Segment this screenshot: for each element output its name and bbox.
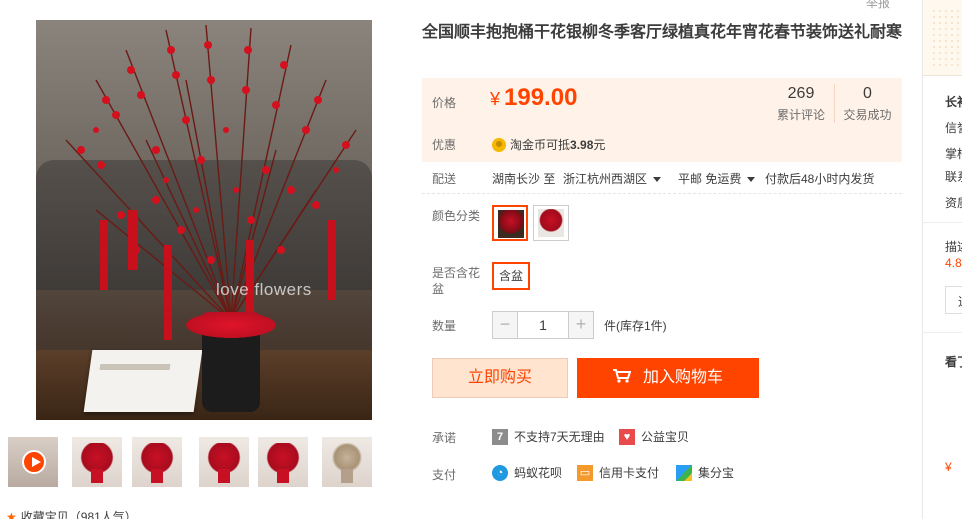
huabei-icon: ◔ (492, 464, 508, 481)
promo-unit: 元 (593, 138, 606, 152)
color-label: 颜色分类 (432, 209, 481, 223)
promo-label: 优惠 (432, 138, 457, 152)
promo-row: 优惠 淘金币可抵3.98元 (422, 124, 902, 162)
jifenbao-payment[interactable]: 集分宝 (676, 464, 734, 482)
pot-label: 是否含花盆 (432, 266, 481, 296)
promo-text: 淘金币可抵3.98元 (492, 136, 605, 153)
ship-promise: 付款后48小时内发货 (765, 172, 875, 186)
ship-from: 湖南长沙 至 (492, 172, 556, 186)
image-ribbon (186, 312, 276, 338)
credit-card-text: 信用卡支付 (599, 466, 660, 480)
favorite-text: 收藏宝贝（981人气） (20, 510, 137, 519)
star-icon: ★ (6, 510, 17, 519)
color-option[interactable] (533, 205, 569, 241)
credit-card-payment[interactable]: ▭ 信用卡支付 (577, 464, 659, 482)
currency-symbol: ¥ (490, 89, 501, 109)
sidebar-contact[interactable]: 联系 (945, 168, 962, 185)
price-amount: 199.00 (504, 84, 578, 111)
stock-text: 件(库存1件) (604, 319, 667, 333)
buy-now-button[interactable]: 立即购买 (432, 358, 568, 398)
ship-method: 平邮 免运费 (678, 172, 742, 186)
color-option-selected[interactable] (492, 205, 528, 241)
thumbnail-strip (4, 437, 376, 491)
enter-shop-button[interactable]: 进 (945, 286, 962, 314)
no-return-text: 不支持7天无理由 (514, 430, 605, 444)
no-return-service[interactable]: 7 不支持7天无理由 (492, 428, 605, 446)
product-title: 全国顺丰抱抱桶干花银柳冬季客厅绿植真花年宵花春节装饰送礼耐寒 (422, 24, 903, 41)
promise-label: 承诺 (432, 431, 457, 445)
sidebar-divider (923, 332, 962, 333)
product-page: love flowers ★ 收藏宝贝（981人气） 举报 全国顺丰抱抱桶干花银柳… (0, 0, 962, 519)
main-product-image[interactable]: love flowers (36, 20, 372, 420)
ship-to: 浙江杭州西湖区 (563, 172, 648, 186)
shipping-row: 配送 湖南长沙 至 浙江杭州西湖区 平邮 免运费 付款后48小时内发货 (422, 162, 902, 194)
ship-to-select[interactable]: 浙江杭州西湖区 (563, 170, 662, 187)
thumbnail-video[interactable] (8, 437, 58, 487)
thumbnail-image[interactable] (322, 437, 372, 487)
price-label: 价格 (432, 96, 457, 110)
image-watermark: love flowers (216, 280, 312, 299)
thumbnail-image[interactable] (72, 437, 122, 487)
taojinbi-coin-icon (492, 137, 506, 152)
huabei-text: 蚂蚁花呗 (514, 466, 563, 480)
heart-icon: ♥ (619, 428, 635, 445)
thumbnail-image[interactable] (258, 437, 308, 487)
thumbnail-image[interactable] (132, 437, 182, 487)
sidebar-section-title: 看了 (945, 355, 962, 369)
quantity-input[interactable]: 1 (518, 311, 568, 339)
sales-label: 交易成功 (843, 108, 892, 122)
price-row: 价格 ¥199.00 269 累计评论 0 交易成功 (422, 78, 902, 124)
sidebar-keeper: 掌柜 (945, 147, 962, 161)
sidebar-qualification[interactable]: 资质 (945, 194, 962, 211)
sidebar-divider (923, 222, 962, 223)
image-magazine (83, 350, 203, 412)
quantity-label: 数量 (432, 319, 457, 333)
shop-sidebar: 长衫 信誉 掌柜 联系 资质 描述 4.8 进 看了 ¥ (922, 0, 962, 519)
increase-button[interactable]: + (568, 311, 594, 339)
sidebar-credit: 信誉 (945, 121, 962, 135)
promo-amount: 3.98 (570, 138, 594, 152)
favorite-link[interactable]: ★ 收藏宝贝（981人气） (6, 508, 137, 519)
sidebar-banner (923, 0, 962, 76)
add-to-cart-button[interactable]: 加入购物车 (577, 358, 759, 398)
shipping-label: 配送 (432, 172, 457, 186)
credit-card-icon: ▭ (577, 464, 593, 481)
add-to-cart-label: 加入购物车 (642, 369, 723, 386)
reviews-stat[interactable]: 269 累计评论 (768, 84, 834, 123)
promo-prefix: 淘金币可抵 (510, 138, 571, 152)
no-return-7-icon: 7 (492, 428, 508, 445)
decrease-button[interactable]: − (492, 311, 518, 339)
sidebar-rating: 4.8 (945, 256, 962, 270)
thumbnail-image[interactable] (199, 437, 249, 487)
chevron-down-icon (653, 177, 662, 183)
sales-stat: 0 交易成功 (834, 84, 900, 123)
enter-shop-label: 进 (958, 293, 962, 310)
jifenbao-icon (676, 464, 692, 481)
charity-service[interactable]: ♥ 公益宝贝 (619, 428, 689, 446)
reviews-count: 269 (787, 85, 815, 102)
charity-text: 公益宝贝 (641, 430, 690, 444)
sales-count: 0 (863, 85, 872, 102)
huabei-payment[interactable]: ◔ 蚂蚁花呗 (492, 464, 562, 482)
sidebar-description: 描述 (945, 240, 962, 254)
price-value: ¥199.00 (490, 84, 577, 112)
cart-icon (612, 368, 631, 383)
shop-name[interactable]: 长衫 (945, 93, 962, 110)
ship-method-select[interactable]: 平邮 免运费 (678, 170, 756, 187)
reviews-label: 累计评论 (776, 108, 825, 122)
jifenbao-text: 集分宝 (698, 466, 735, 480)
play-icon (22, 450, 46, 474)
price-panel: 价格 ¥199.00 269 累计评论 0 交易成功 优惠 淘金币可抵3.98元 (422, 78, 902, 162)
report-link[interactable]: 举报 (866, 0, 890, 11)
chevron-down-icon (747, 177, 756, 183)
pot-option-selected[interactable]: 含盆 (492, 262, 530, 290)
pay-label: 支付 (432, 468, 457, 482)
sidebar-price: ¥ (945, 460, 952, 474)
